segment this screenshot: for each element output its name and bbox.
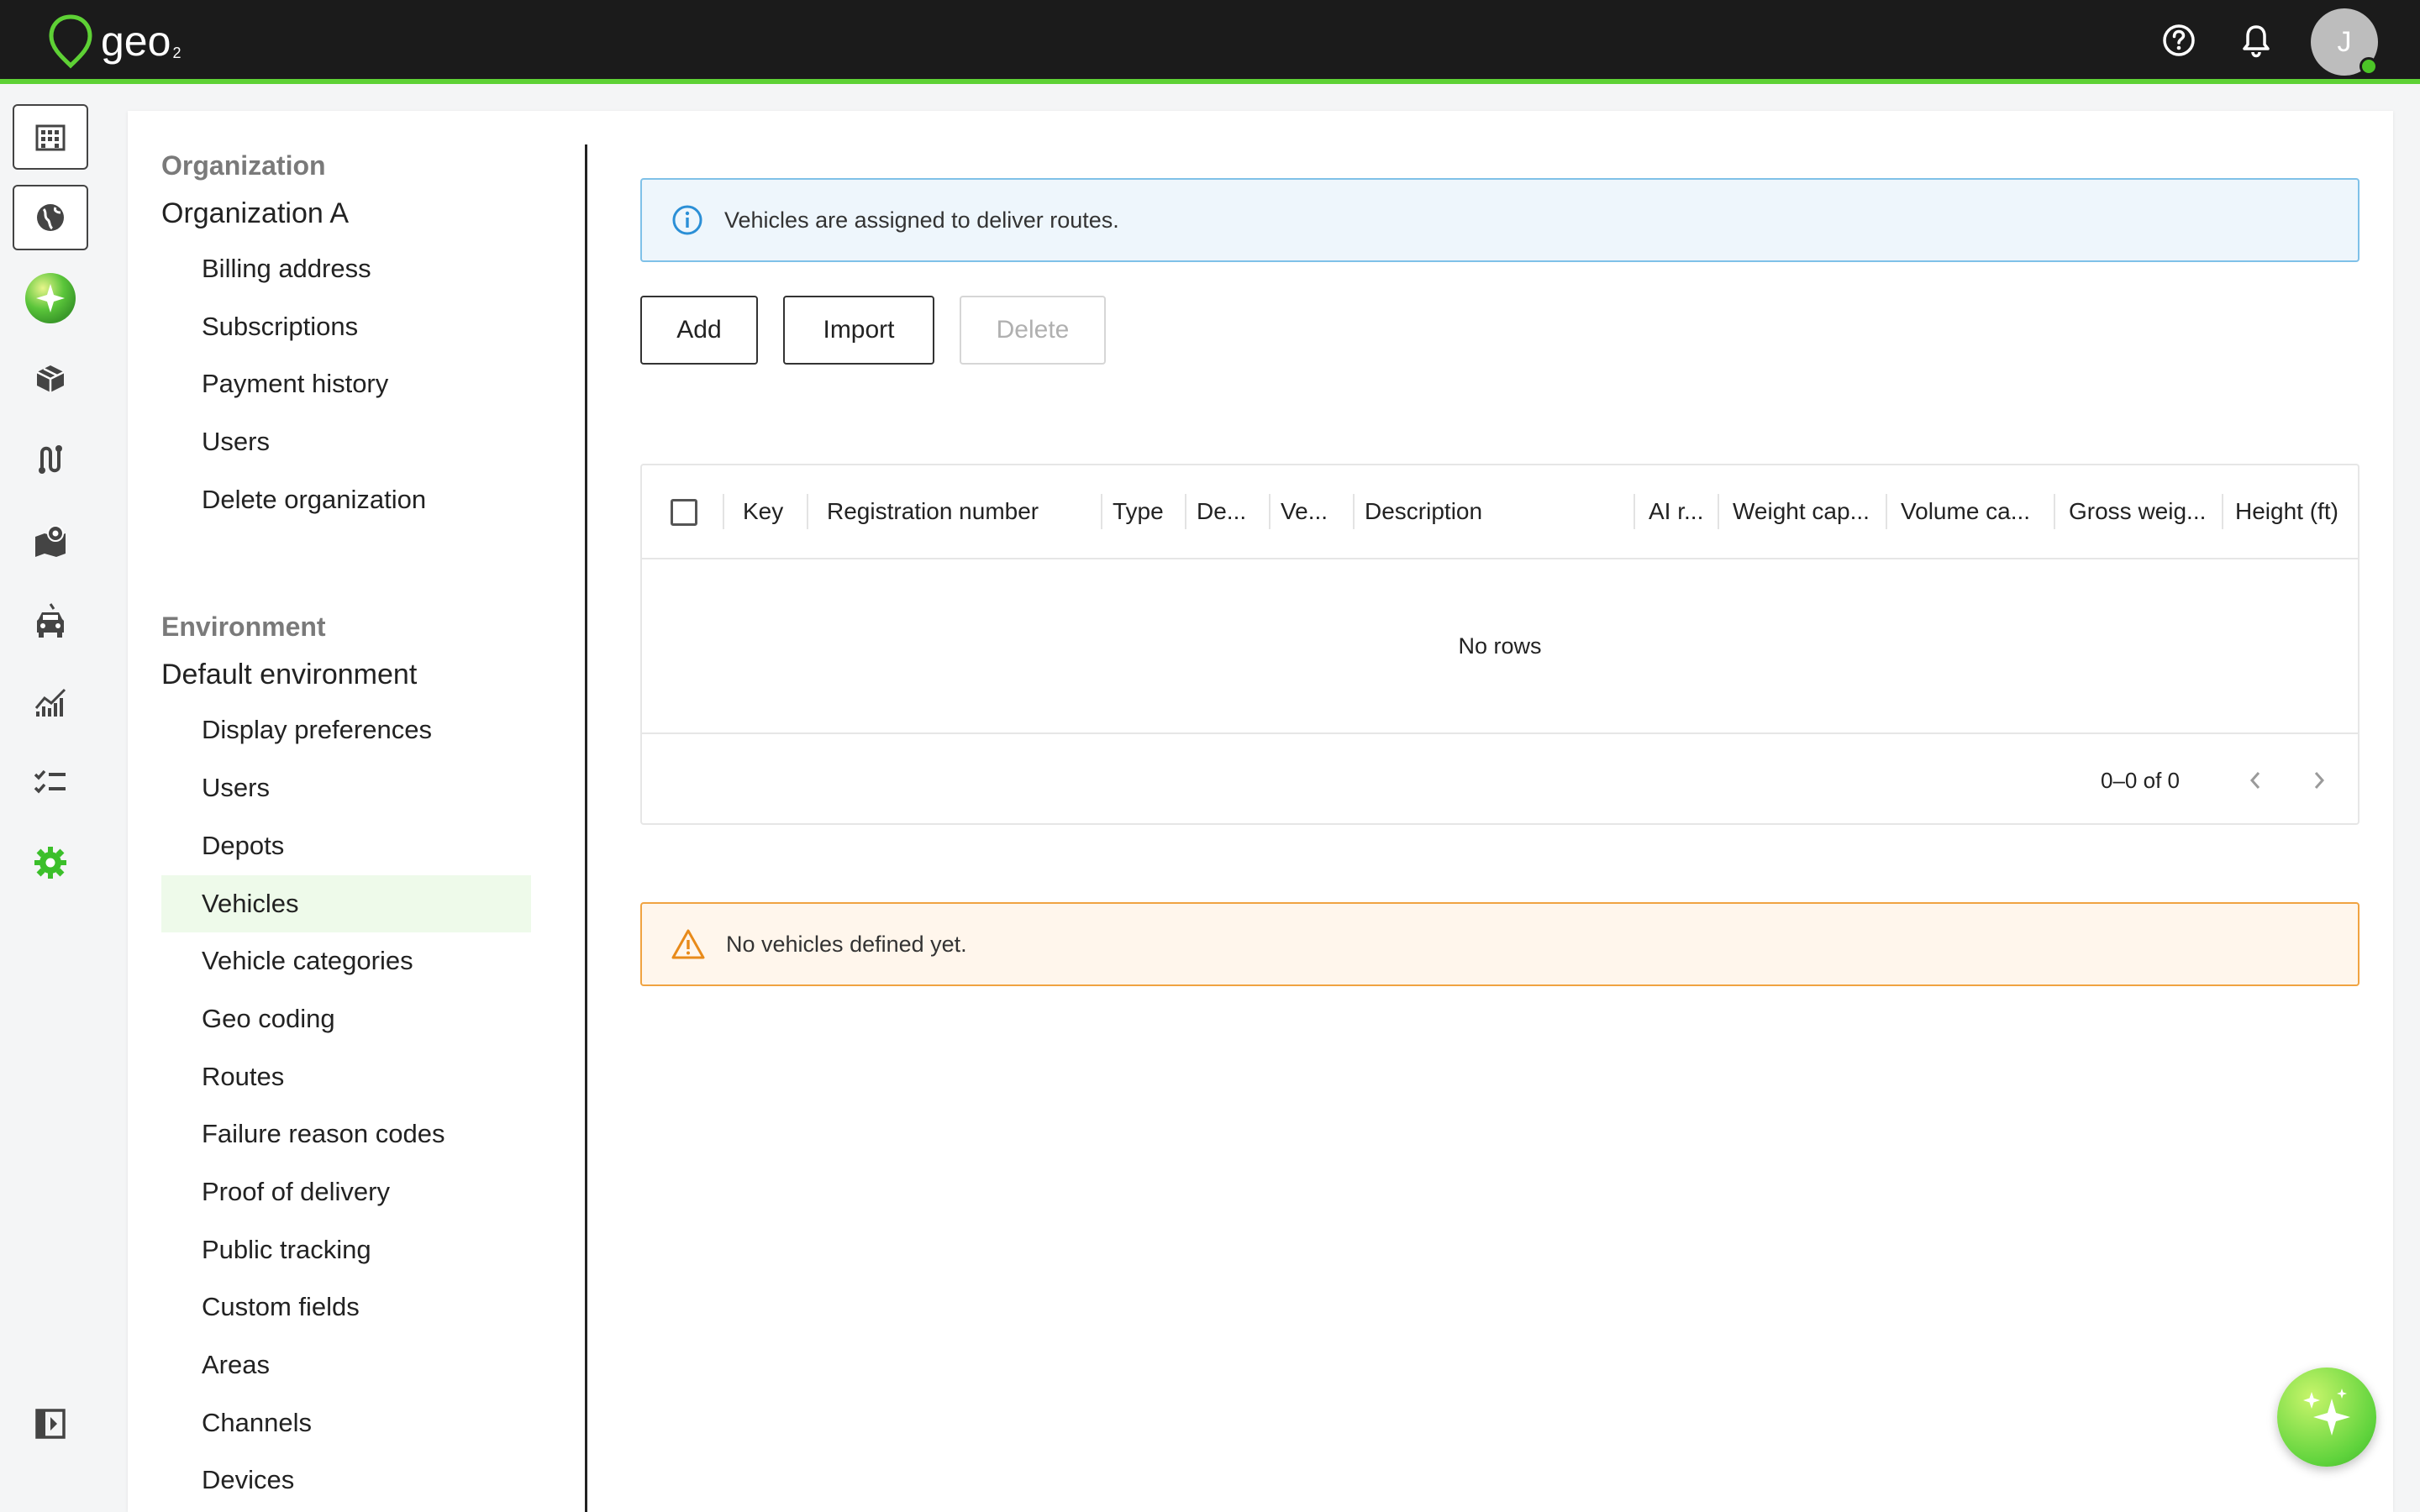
column-separator [2222,494,2223,529]
warning-icon [671,928,706,960]
chevron-right-icon [2314,772,2325,789]
nav-item-geo-coding[interactable]: Geo coding [161,990,531,1048]
organization-heading: Organization [161,150,326,181]
nav-item-routes[interactable]: Routes [161,1048,531,1106]
next-page-button[interactable] [2294,755,2344,806]
column-header-type[interactable]: Type [1113,465,1164,558]
nav-item-channels[interactable]: Channels [161,1394,531,1452]
route-icon[interactable] [13,427,88,492]
settings-icon[interactable] [13,830,88,895]
organization-name[interactable]: Organization A [161,186,565,240]
column-header-ai-r[interactable]: AI r... [1649,465,1703,558]
environment-heading: Environment [161,612,326,643]
environment-name[interactable]: Default environment [161,648,565,701]
globe-icon[interactable] [13,185,88,250]
icon-rail [0,89,99,1512]
checklist-icon[interactable] [13,749,88,815]
collapse-sidebar-icon[interactable] [13,1391,88,1457]
online-status-indicator [2360,57,2378,76]
nav-item-org-users[interactable]: Users [161,413,531,471]
warning-banner: No vehicles defined yet. [640,902,2360,986]
map-pin-icon[interactable] [13,507,88,573]
top-bar: geo 2 J [0,0,2420,84]
nav-item-devices[interactable]: Devices [161,1452,531,1509]
nav-item-vehicle-categories[interactable]: Vehicle categories [161,932,531,990]
add-button[interactable]: Add [640,296,758,365]
vehicle-icon[interactable] [13,588,88,654]
column-header-ve[interactable]: Ve... [1281,465,1328,558]
column-header-registration-number[interactable]: Registration number [827,465,1039,558]
settings-card: Organization Organization A Billing addr… [128,111,2393,1512]
nav-item-display-preferences[interactable]: Display preferences [161,701,531,759]
column-separator [1718,494,1719,529]
column-separator [1101,494,1102,529]
warning-banner-text: No vehicles defined yet. [726,931,967,957]
column-separator [1886,494,1887,529]
nav-item-failure-reason-codes[interactable]: Failure reason codes [161,1105,531,1163]
building-icon[interactable] [13,104,88,170]
nav-item-vehicles[interactable]: Vehicles [161,874,531,933]
previous-page-button[interactable] [2230,755,2281,806]
ai-assistant-button[interactable] [2277,1368,2376,1467]
nav-item-public-tracking[interactable]: Public tracking [161,1221,531,1279]
nav-item-payment-history[interactable]: Payment history [161,355,531,413]
nav-item-depots[interactable]: Depots [161,817,531,875]
settings-subnav: Organization Organization A Billing addr… [161,144,565,1509]
nav-item-billing-address[interactable]: Billing address [161,240,531,298]
pagination-range: 0–0 of 0 [2101,767,2180,793]
logo-subscript: 2 [172,44,182,61]
location-pin-logo-icon [49,14,92,69]
column-header-height[interactable]: Height (ft) [2235,465,2338,558]
pagination: 0–0 of 0 [2101,736,2358,825]
column-header-description[interactable]: Description [1365,465,1482,558]
package-icon[interactable] [13,346,88,412]
column-header-de[interactable]: De... [1197,465,1246,558]
vehicles-table: Key Registration number Type De... Ve...… [640,464,2360,825]
column-header-key[interactable]: Key [743,465,783,558]
column-header-weight-capacity[interactable]: Weight cap... [1733,465,1870,558]
ai-sparkle-icon[interactable] [13,265,88,331]
column-separator [807,494,808,529]
nav-item-env-users[interactable]: Users [161,759,531,817]
table-header: Key Registration number Type De... Ve...… [642,465,2358,559]
bell-icon[interactable] [2237,21,2275,60]
column-separator [1353,494,1355,529]
analytics-icon[interactable] [13,669,88,734]
info-banner: Vehicles are assigned to deliver routes. [640,178,2360,262]
chevron-left-icon [2249,772,2260,789]
nav-item-delete-organization[interactable]: Delete organization [161,471,531,529]
column-separator [1269,494,1270,529]
nav-item-custom-fields[interactable]: Custom fields [161,1278,531,1336]
column-separator [1185,494,1186,529]
action-toolbar: Add Import Delete [640,296,1106,365]
nav-item-areas[interactable]: Areas [161,1336,531,1394]
column-header-volume-capacity[interactable]: Volume ca... [1901,465,2030,558]
avatar-initial: J [2337,25,2352,58]
avatar[interactable]: J [2311,8,2378,76]
empty-table-message: No rows [642,559,2358,734]
delete-button[interactable]: Delete [960,296,1106,365]
info-icon [671,203,704,237]
column-separator [2054,494,2055,529]
help-circle-icon[interactable] [2160,21,2198,60]
logo-text: geo [101,18,171,65]
nav-item-proof-of-delivery[interactable]: Proof of delivery [161,1163,531,1221]
info-banner-text: Vehicles are assigned to deliver routes. [724,207,1119,233]
import-button[interactable]: Import [783,296,934,365]
sparkle-icon [2303,1389,2350,1436]
no-rows-text: No rows [1458,633,1542,659]
nav-item-subscriptions[interactable]: Subscriptions [161,298,531,356]
column-separator [723,494,724,529]
subnav-divider [585,144,587,1512]
app-logo[interactable]: geo 2 [47,12,181,71]
column-separator [1634,494,1635,529]
column-header-gross-weight[interactable]: Gross weig... [2069,465,2206,558]
select-all-checkbox[interactable] [671,499,697,526]
